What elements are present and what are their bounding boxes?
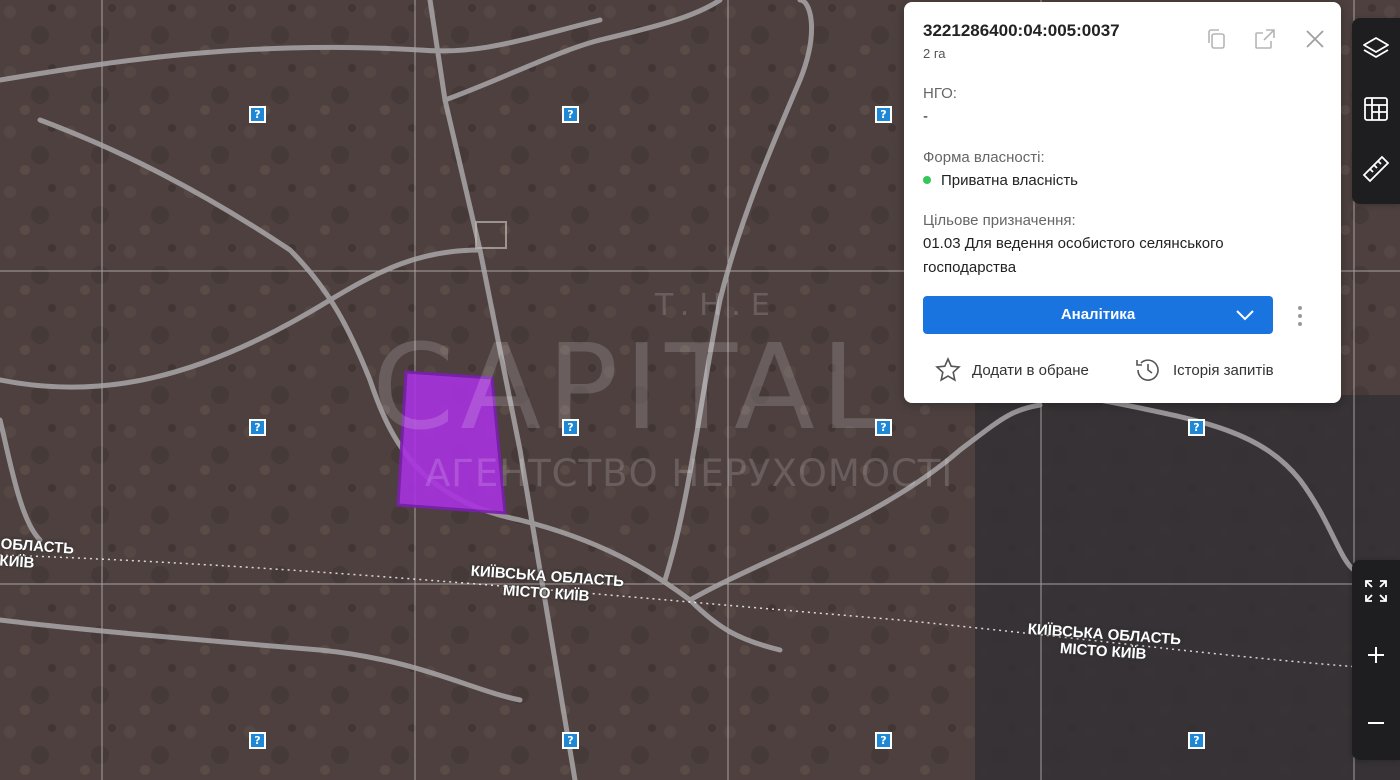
grid-marker-icon[interactable]: ? [875, 419, 892, 436]
zoom-panel [1352, 560, 1400, 760]
zoom-in-icon[interactable] [1352, 628, 1400, 682]
grid-marker-icon[interactable]: ? [875, 106, 892, 123]
land-parcel[interactable] [396, 370, 507, 515]
grid-marker-icon[interactable]: ? [1188, 732, 1205, 749]
grid-marker-icon[interactable]: ? [249, 419, 266, 436]
fullscreen-icon[interactable] [1352, 564, 1400, 618]
map-tools-panel [1352, 18, 1400, 204]
copy-icon[interactable] [1204, 26, 1230, 52]
analytics-button[interactable]: Аналітика [923, 296, 1273, 334]
analytics-button-label: Аналітика [1060, 306, 1136, 323]
cadastral-number: 3221286400:04:005:0037 [923, 21, 1120, 40]
ownership-value-row: Приватна власність [923, 169, 1303, 193]
ngo-label: НГО: [923, 85, 957, 102]
more-options-icon[interactable] [1292, 304, 1308, 328]
grid-marker-icon[interactable]: ? [1188, 419, 1205, 436]
grid-marker-icon[interactable]: ? [562, 106, 579, 123]
boundary-label-edge: ОБЛАСТЬ КИЇВ [0, 535, 75, 574]
external-link-icon[interactable] [1252, 26, 1278, 52]
layers-icon[interactable] [1352, 22, 1400, 76]
chevron-down-icon [1236, 310, 1254, 321]
ruler-icon[interactable] [1352, 142, 1400, 196]
ngo-value: - [923, 108, 928, 125]
add-to-favorites-label: Додати в обране [972, 361, 1089, 379]
purpose-label: Цільове призначення: [923, 212, 1076, 229]
parcel-info-card: 3221286400:04:005:0037 2 га НГО: - Форма… [904, 2, 1341, 403]
star-icon [935, 357, 961, 382]
grid-marker-icon[interactable]: ? [562, 419, 579, 436]
status-dot-icon [923, 176, 931, 185]
grid-marker-icon[interactable]: ? [249, 732, 266, 749]
cadastre-icon[interactable] [1352, 82, 1400, 136]
grid-marker-icon[interactable]: ? [875, 732, 892, 749]
purpose-value: 01.03 Для ведення особистого селянського… [923, 235, 1224, 276]
grid-marker-icon[interactable]: ? [562, 732, 579, 749]
request-history-button[interactable]: Історія запитів [1133, 356, 1274, 384]
ownership-label: Форма власності: [923, 149, 1045, 166]
add-to-favorites-button[interactable]: Додати в обране [934, 356, 1089, 384]
grid-marker-icon[interactable]: ? [249, 106, 266, 123]
request-history-label: Історія запитів [1173, 361, 1274, 379]
ownership-value: Приватна власність [941, 172, 1078, 189]
zoom-out-icon[interactable] [1352, 696, 1400, 750]
history-icon [1136, 359, 1159, 381]
parcel-area: 2 га [923, 46, 946, 61]
close-icon[interactable] [1302, 26, 1328, 52]
